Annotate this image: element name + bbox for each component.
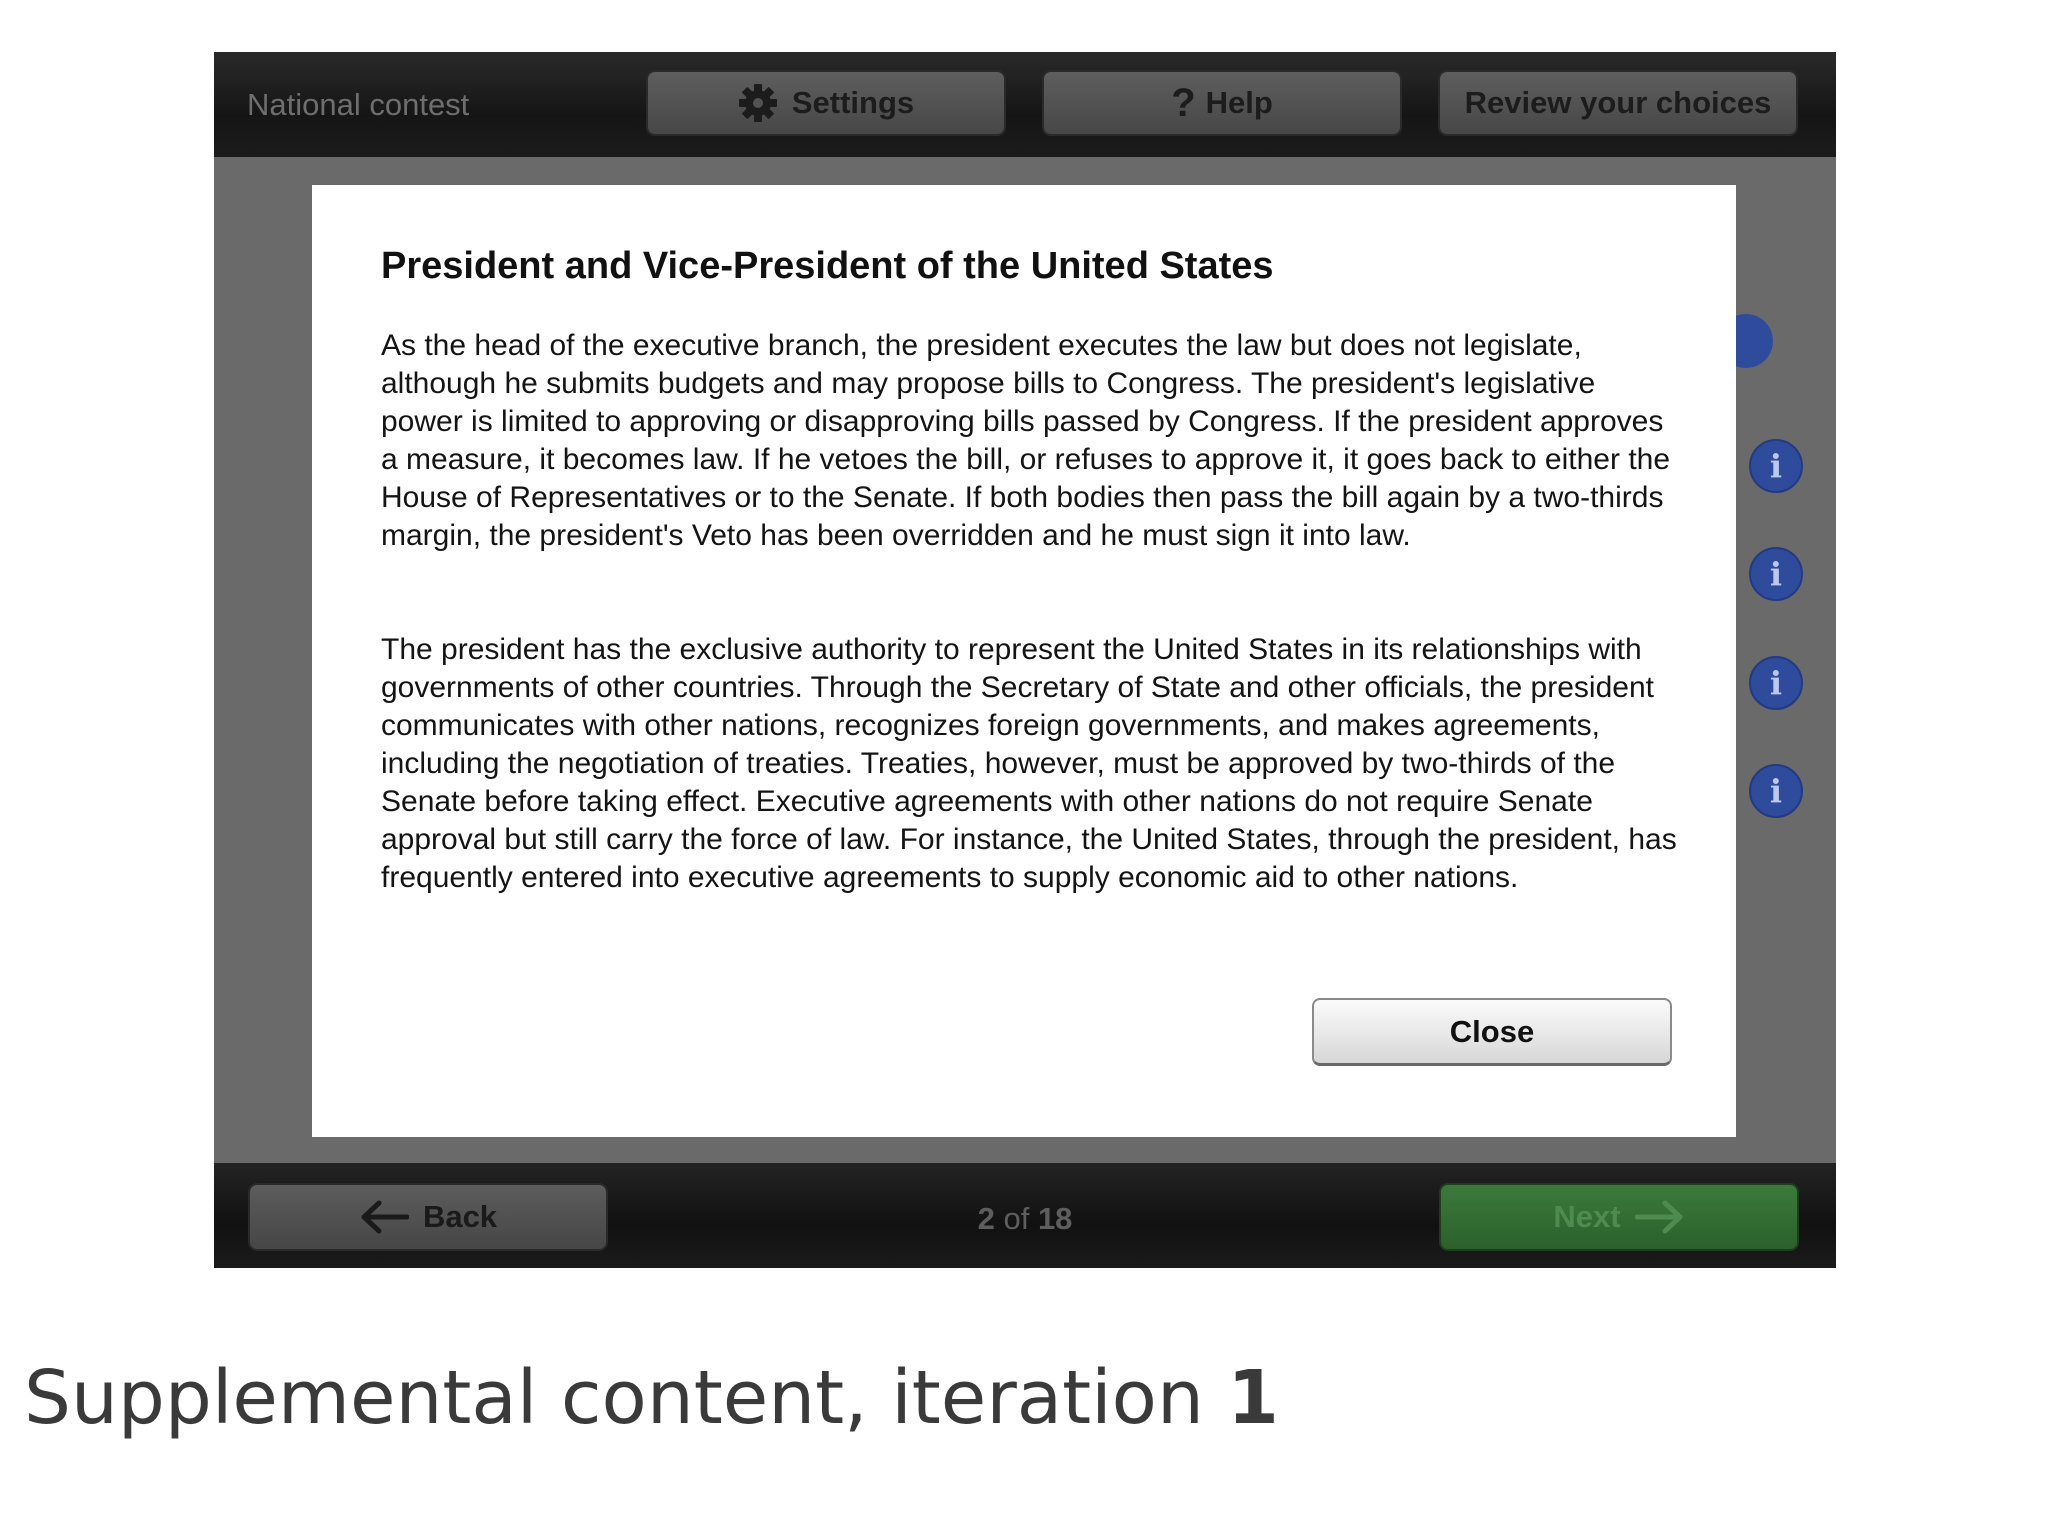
caption-text: Supplemental content, iteration <box>24 1355 1204 1441</box>
top-bar: National contest Settings ? Help Review … <box>214 52 1836 157</box>
dialog-paragraph: As the head of the executive branch, the… <box>381 329 1671 552</box>
info-icon[interactable]: i <box>1749 764 1803 818</box>
page-total: 18 <box>1037 1201 1073 1236</box>
dialog-title: President and Vice-President of the Unit… <box>381 245 1274 287</box>
next-button-label: Next <box>1553 1199 1621 1234</box>
info-icon[interactable]: i <box>1749 439 1803 493</box>
dialog-paragraph: The president has the exclusive authorit… <box>381 633 1677 894</box>
close-button-label: Close <box>1449 1013 1535 1049</box>
review-choices-label: Review your choices <box>1464 85 1772 120</box>
info-icon[interactable]: i <box>1749 656 1803 710</box>
supplemental-info-dialog: President and Vice-President of the Unit… <box>312 185 1736 1137</box>
close-button[interactable]: Close <box>1312 998 1672 1066</box>
settings-button[interactable]: Settings <box>646 70 1006 136</box>
help-button[interactable]: ? Help <box>1042 70 1402 136</box>
page-current: 2 <box>977 1201 995 1236</box>
caption-iteration-number: 1 <box>1227 1355 1279 1441</box>
ballot-device-screen: National contest Settings ? Help Review … <box>214 52 1836 1268</box>
settings-button-label: Settings <box>791 85 915 120</box>
bottom-bar: Back 2 of 18 Next <box>214 1163 1836 1268</box>
review-choices-button[interactable]: Review your choices <box>1438 70 1798 136</box>
gear-icon <box>738 83 778 123</box>
page-of-text: of <box>1003 1201 1030 1236</box>
next-button[interactable]: Next <box>1439 1183 1799 1251</box>
info-icon[interactable]: i <box>1749 547 1803 601</box>
contest-label: National contest <box>247 87 470 122</box>
help-button-label: Help <box>1205 85 1273 120</box>
question-mark-icon: ? <box>1171 80 1196 125</box>
arrow-right-icon <box>1634 1200 1685 1234</box>
figure-caption: Supplemental content, iteration 1 <box>24 1355 1279 1441</box>
